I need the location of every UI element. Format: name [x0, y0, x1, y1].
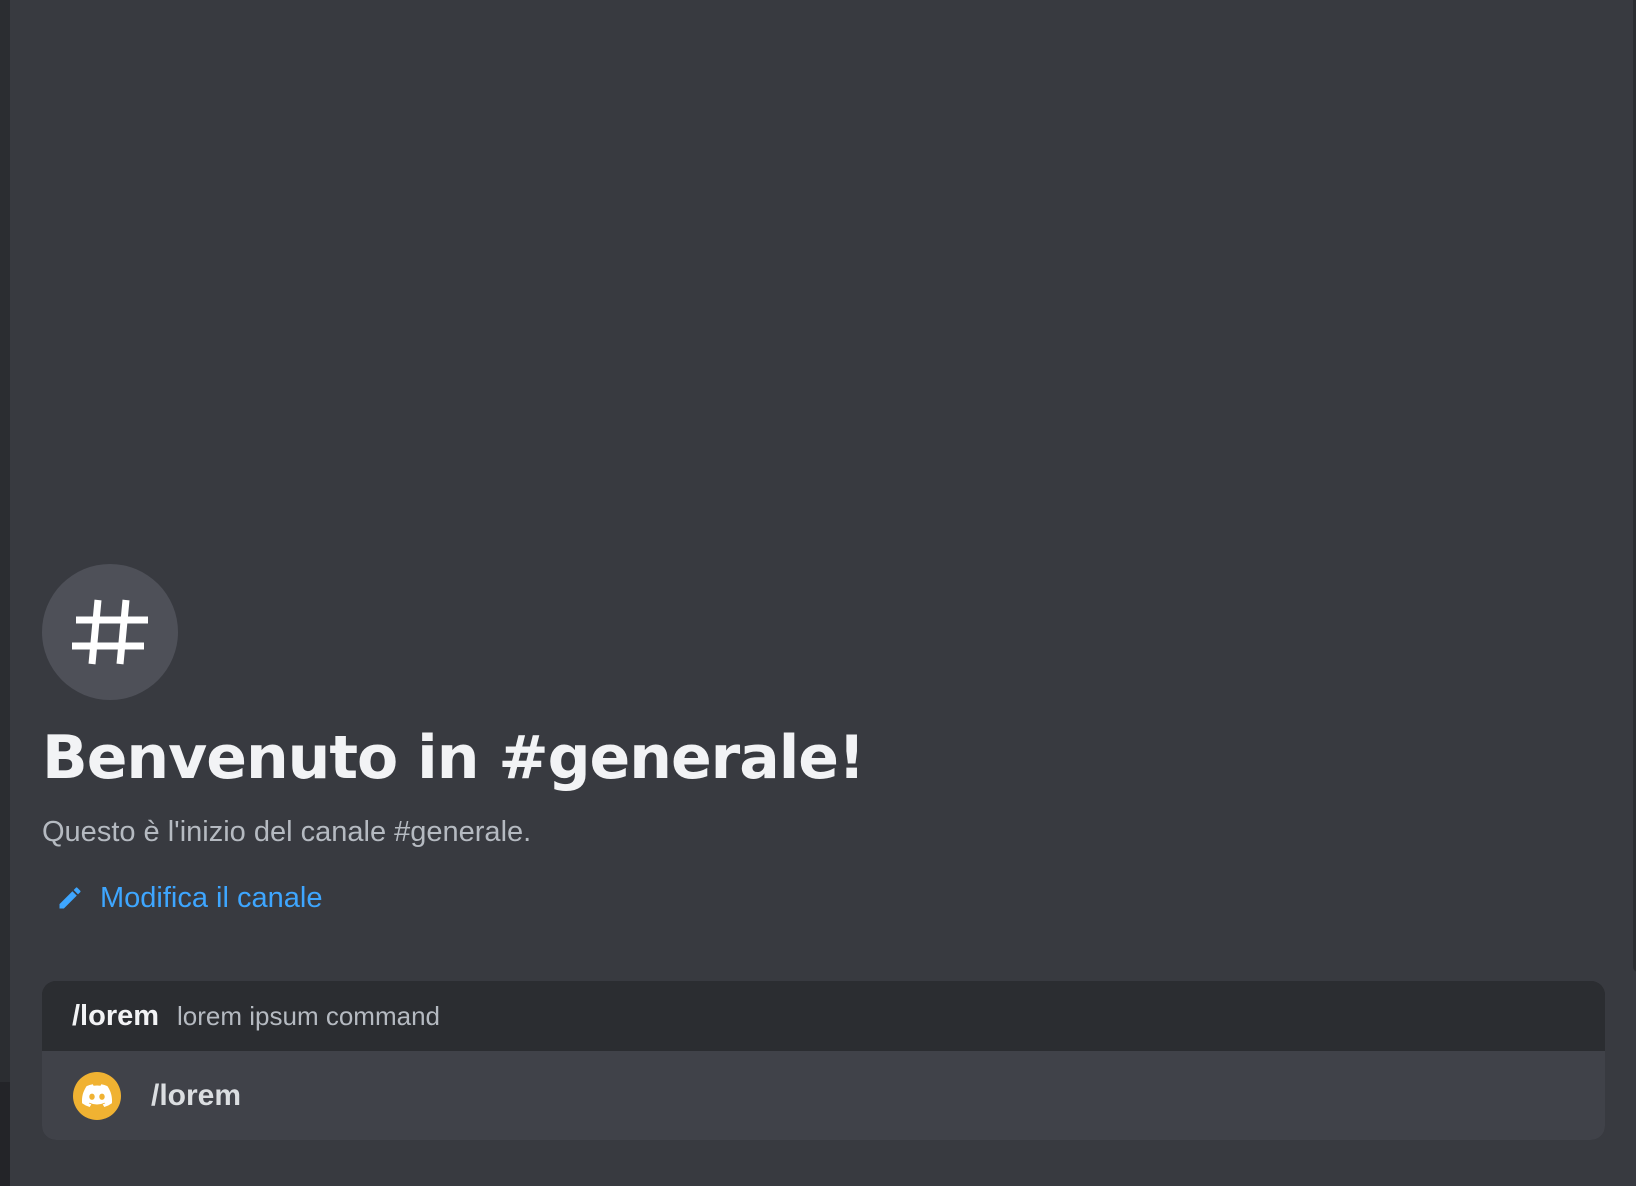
- user-panel-edge: [0, 1082, 10, 1186]
- edit-channel-label: Modifica il canale: [100, 882, 323, 914]
- edit-channel-link[interactable]: Modifica il canale: [56, 880, 864, 916]
- welcome-title: Benvenuto in #generale!: [42, 723, 865, 793]
- autocomplete-item[interactable]: /lorem: [42, 1051, 1605, 1140]
- hashtag-icon: [42, 564, 178, 700]
- channel-welcome: Benvenuto in #generale! Questo è l'inizi…: [42, 564, 865, 916]
- server-sidebar-edge: [0, 0, 10, 1186]
- command-autocomplete: /lorem lorem ipsum command /lorem: [42, 981, 1605, 1140]
- autocomplete-header: /lorem lorem ipsum command: [42, 981, 1605, 1051]
- pencil-icon: [59, 887, 81, 909]
- welcome-subtitle: Questo è l'inizio del canale #generale.: [42, 816, 532, 848]
- autocomplete-command-name: /lorem: [72, 999, 160, 1032]
- discord-logo-icon: [73, 1071, 121, 1120]
- autocomplete-item-label: /lorem: [151, 1078, 242, 1112]
- autocomplete-command-description: lorem ipsum command: [177, 1000, 441, 1031]
